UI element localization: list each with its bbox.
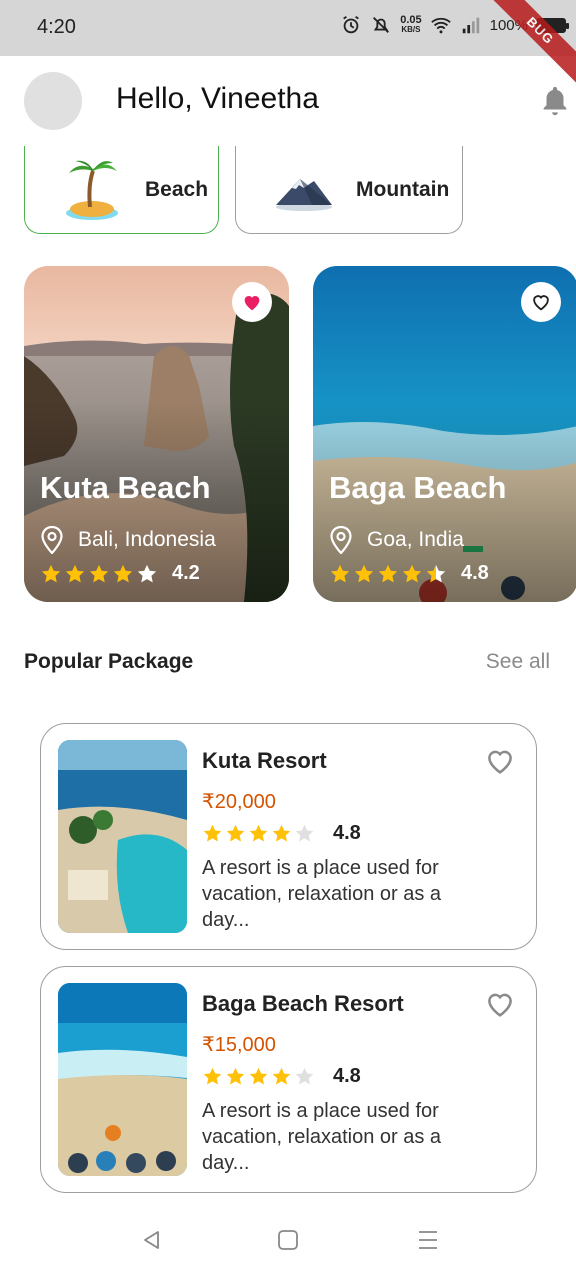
system-navigation-bar <box>0 1200 576 1280</box>
star-icon <box>272 1067 291 1085</box>
star-icon <box>354 564 374 582</box>
destination-location: Bali, Indonesia <box>40 526 216 554</box>
location-pin-icon <box>41 526 63 554</box>
star-empty-icon <box>295 1067 314 1085</box>
star-half-icon <box>426 564 446 582</box>
wifi-icon <box>430 17 451 34</box>
package-description: A resort is a place used for vacation, r… <box>202 1100 442 1174</box>
rating-value: 4.8 <box>461 562 489 584</box>
star-empty-icon <box>295 824 314 842</box>
star-rating <box>202 823 315 844</box>
package-price: ₹15,000 <box>202 1034 276 1056</box>
star-icon <box>65 564 85 582</box>
see-all-link[interactable]: See all <box>486 650 550 674</box>
mute-bell-icon <box>373 17 390 33</box>
package-card[interactable]: Baga Beach Resort ₹15,000 4.8 A resort i… <box>40 966 537 1193</box>
status-bar: 4:20 0.05 KB/S 100% BUG <box>0 0 576 89</box>
bell-icon[interactable] <box>538 84 572 118</box>
package-rating: 4.8 <box>202 822 361 845</box>
network-speed: 0.05 KB/S <box>400 14 422 35</box>
header: Hello, Vineetha <box>0 56 576 146</box>
back-icon[interactable] <box>140 1228 164 1252</box>
star-icon <box>203 1067 222 1085</box>
package-photo <box>58 983 187 1176</box>
package-name: Baga Beach Resort <box>202 991 404 1016</box>
status-time: 4:20 <box>37 16 76 38</box>
destination-name: Kuta Beach <box>40 470 211 505</box>
star-empty-icon <box>137 564 157 582</box>
destination-card[interactable]: Kuta Beach Bali, Indonesia 4.2 <box>24 266 289 602</box>
category-chip-beach[interactable]: Beach <box>24 146 219 234</box>
home-icon[interactable] <box>276 1228 300 1252</box>
alarm-icon <box>343 15 360 34</box>
signal-icon <box>462 17 479 34</box>
star-icon <box>249 824 268 842</box>
destination-card[interactable]: Baga Beach Goa, India 4.8 <box>313 266 576 602</box>
star-icon <box>41 564 61 582</box>
palm-island-icon <box>66 160 118 220</box>
rating-value: 4.8 <box>333 822 361 844</box>
greeting-title: Hello, Vineetha <box>116 82 319 115</box>
star-icon <box>226 1067 245 1085</box>
star-icon <box>272 824 291 842</box>
rating-value: 4.8 <box>333 1065 361 1087</box>
heart-outline-icon[interactable] <box>483 987 517 1021</box>
package-price: ₹20,000 <box>202 791 276 813</box>
menu-icon[interactable] <box>416 1228 440 1252</box>
star-icon <box>89 564 109 582</box>
star-rating <box>40 563 158 585</box>
rating-value: 4.2 <box>172 562 200 584</box>
mountain-icon <box>276 178 332 211</box>
section-title-popular: Popular Package <box>24 650 194 673</box>
star-icon <box>402 564 422 582</box>
package-name: Kuta Resort <box>202 748 327 773</box>
heart-outline-icon[interactable] <box>483 744 517 778</box>
star-icon <box>203 824 222 842</box>
category-chips: Beach Mountain <box>24 146 463 234</box>
destination-rating: 4.2 <box>40 562 200 585</box>
destination-rating: 4.8 <box>329 562 489 585</box>
star-icon <box>378 564 398 582</box>
star-icon <box>249 1067 268 1085</box>
package-card[interactable]: Kuta Resort ₹20,000 4.8 A resort is a pl… <box>40 723 537 950</box>
favorite-button[interactable] <box>232 282 272 322</box>
category-label-beach: Beach <box>145 177 209 201</box>
location-text: Goa, India <box>367 528 464 551</box>
package-photo <box>58 740 187 933</box>
destination-carousel[interactable]: Kuta Beach Bali, Indonesia 4.2 Baga Beac… <box>24 266 576 602</box>
category-label-mountain: Mountain <box>356 177 450 201</box>
heart-outline-icon <box>533 295 549 311</box>
package-description: A resort is a place used for vacation, r… <box>202 857 442 931</box>
star-rating <box>329 563 447 585</box>
star-rating <box>202 1066 315 1087</box>
destination-location: Goa, India <box>329 526 464 554</box>
star-icon <box>226 824 245 842</box>
favorite-button[interactable] <box>521 282 561 322</box>
star-icon <box>113 564 133 582</box>
location-text: Bali, Indonesia <box>78 528 216 551</box>
avatar[interactable] <box>24 72 82 130</box>
heart-filled-icon <box>244 296 260 311</box>
category-chip-mountain[interactable]: Mountain <box>235 146 463 234</box>
destination-name: Baga Beach <box>329 470 507 505</box>
location-pin-icon <box>330 526 352 554</box>
star-icon <box>330 564 350 582</box>
package-rating: 4.8 <box>202 1065 361 1088</box>
